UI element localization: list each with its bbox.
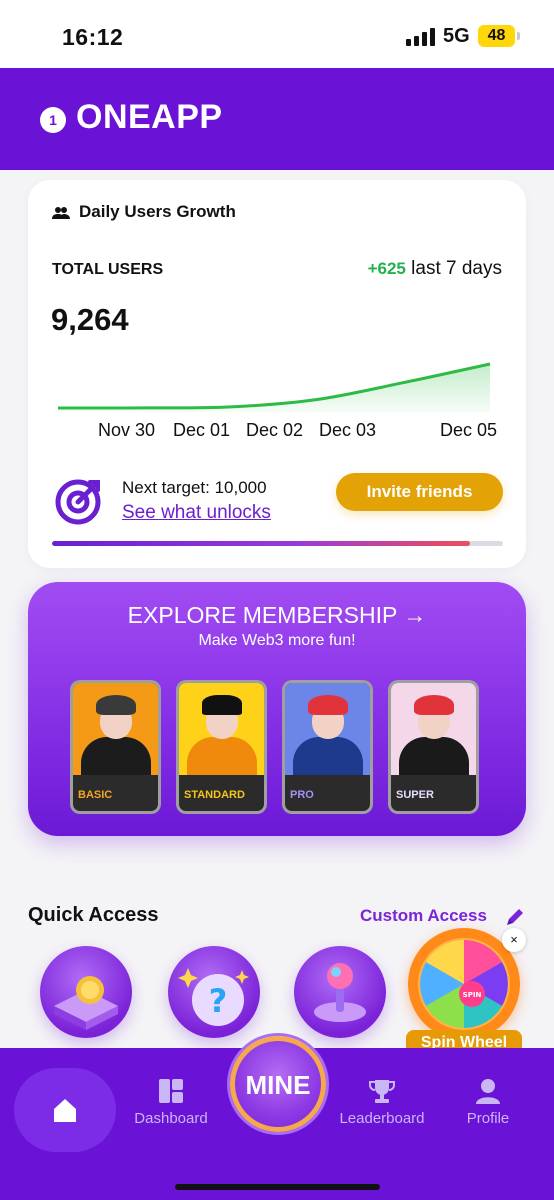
x-tick-label: Dec 03 [319, 420, 377, 440]
total-users-label: TOTAL USERS [52, 261, 164, 278]
coin-stack-icon [54, 976, 118, 1030]
avatar [391, 683, 476, 775]
spin-wheel-icon: SPIN [418, 938, 510, 1030]
tier-label: STANDARD [184, 789, 245, 801]
nav-dashboard[interactable]: Dashboard [116, 1078, 226, 1127]
explore-membership-card[interactable]: EXPLORE MEMBERSHIP → Make Web3 more fun!… [28, 582, 526, 836]
avatar [285, 683, 370, 775]
home-indicator [175, 1184, 380, 1190]
nav-profile[interactable]: Profile [433, 1078, 543, 1127]
svg-text:?: ? [209, 982, 228, 1020]
users-icon [52, 207, 70, 219]
mine-label: MINE [245, 1070, 311, 1100]
tier-card-basic[interactable]: BASIC [70, 680, 161, 814]
question-mystery-icon: ? [178, 968, 249, 1026]
x-tick-label: Dec 02 [246, 420, 304, 440]
nav-leaderboard-label: Leaderboard [339, 1110, 425, 1127]
quick-access-games[interactable] [294, 946, 386, 1038]
next-target-text: Next target: 10,000 [122, 478, 267, 497]
trophy-icon [369, 1080, 395, 1103]
target-icon [55, 479, 101, 525]
delta-suffix: last 7 days [411, 258, 502, 279]
spin-center-text: SPIN [463, 991, 482, 999]
quick-access-coins[interactable] [40, 946, 132, 1038]
tier-label: SUPER [396, 789, 434, 801]
see-what-unlocks-link[interactable]: See what unlocks [122, 502, 271, 524]
growth-delta: +625 last 7 days [368, 258, 502, 280]
status-bar: 16:12 5G 48 [0, 0, 554, 68]
person-icon [476, 1079, 500, 1104]
app-logo: ONEAPP [76, 98, 223, 136]
joystick-icon [314, 963, 366, 1022]
signal-icon [406, 28, 435, 46]
target-progress-fill [52, 541, 470, 546]
bottom-navigation: Dashboard MINE Leaderboard Profile [0, 1036, 554, 1200]
nav-profile-label: Profile [466, 1110, 510, 1127]
growth-card-title: Daily Users Growth [79, 202, 236, 221]
avatar [179, 683, 264, 775]
app-header: 1 ONEAPP [0, 68, 554, 170]
close-icon[interactable]: × [502, 928, 526, 952]
network-type: 5G [443, 25, 470, 47]
tier-card-standard[interactable]: STANDARD [176, 680, 267, 814]
target-progress-bar [52, 541, 503, 546]
membership-subtitle: Make Web3 more fun! [198, 632, 356, 649]
membership-title[interactable]: EXPLORE MEMBERSHIP → [28, 602, 526, 629]
delta-value: +625 [367, 259, 406, 278]
users-growth-chart [57, 362, 491, 412]
x-tick-label: Nov 30 [98, 420, 156, 440]
custom-access-link[interactable]: Custom Access [360, 906, 487, 926]
avatar [73, 683, 158, 775]
tier-label: BASIC [78, 789, 113, 801]
nav-dashboard-label: Dashboard [134, 1110, 208, 1127]
invite-friends-button[interactable]: Invite friends [336, 473, 503, 511]
tier-label: PRO [290, 789, 314, 801]
battery-icon: 48 [478, 25, 520, 47]
nav-leaderboard[interactable]: Leaderboard [327, 1078, 437, 1127]
x-tick-label: Dec 01 [173, 420, 231, 440]
daily-users-growth-card: Daily Users Growth TOTAL USERS +625 last… [28, 180, 526, 568]
tier-card-pro[interactable]: PRO [282, 680, 373, 814]
tier-card-super[interactable]: SUPER [388, 680, 479, 814]
home-icon [54, 1099, 76, 1122]
total-users-value: 9,264 [51, 302, 129, 337]
logo-icon: 1 [40, 107, 66, 133]
pencil-icon[interactable] [505, 907, 525, 927]
nav-home[interactable] [14, 1068, 116, 1152]
mine-button[interactable]: MINE [230, 1036, 326, 1132]
x-tick-label: Dec 05 [440, 420, 498, 440]
quick-access-title: Quick Access [28, 904, 159, 926]
dashboard-icon [159, 1079, 183, 1103]
quick-access-mystery[interactable]: ? [168, 946, 260, 1038]
status-time: 16:12 [62, 24, 124, 50]
